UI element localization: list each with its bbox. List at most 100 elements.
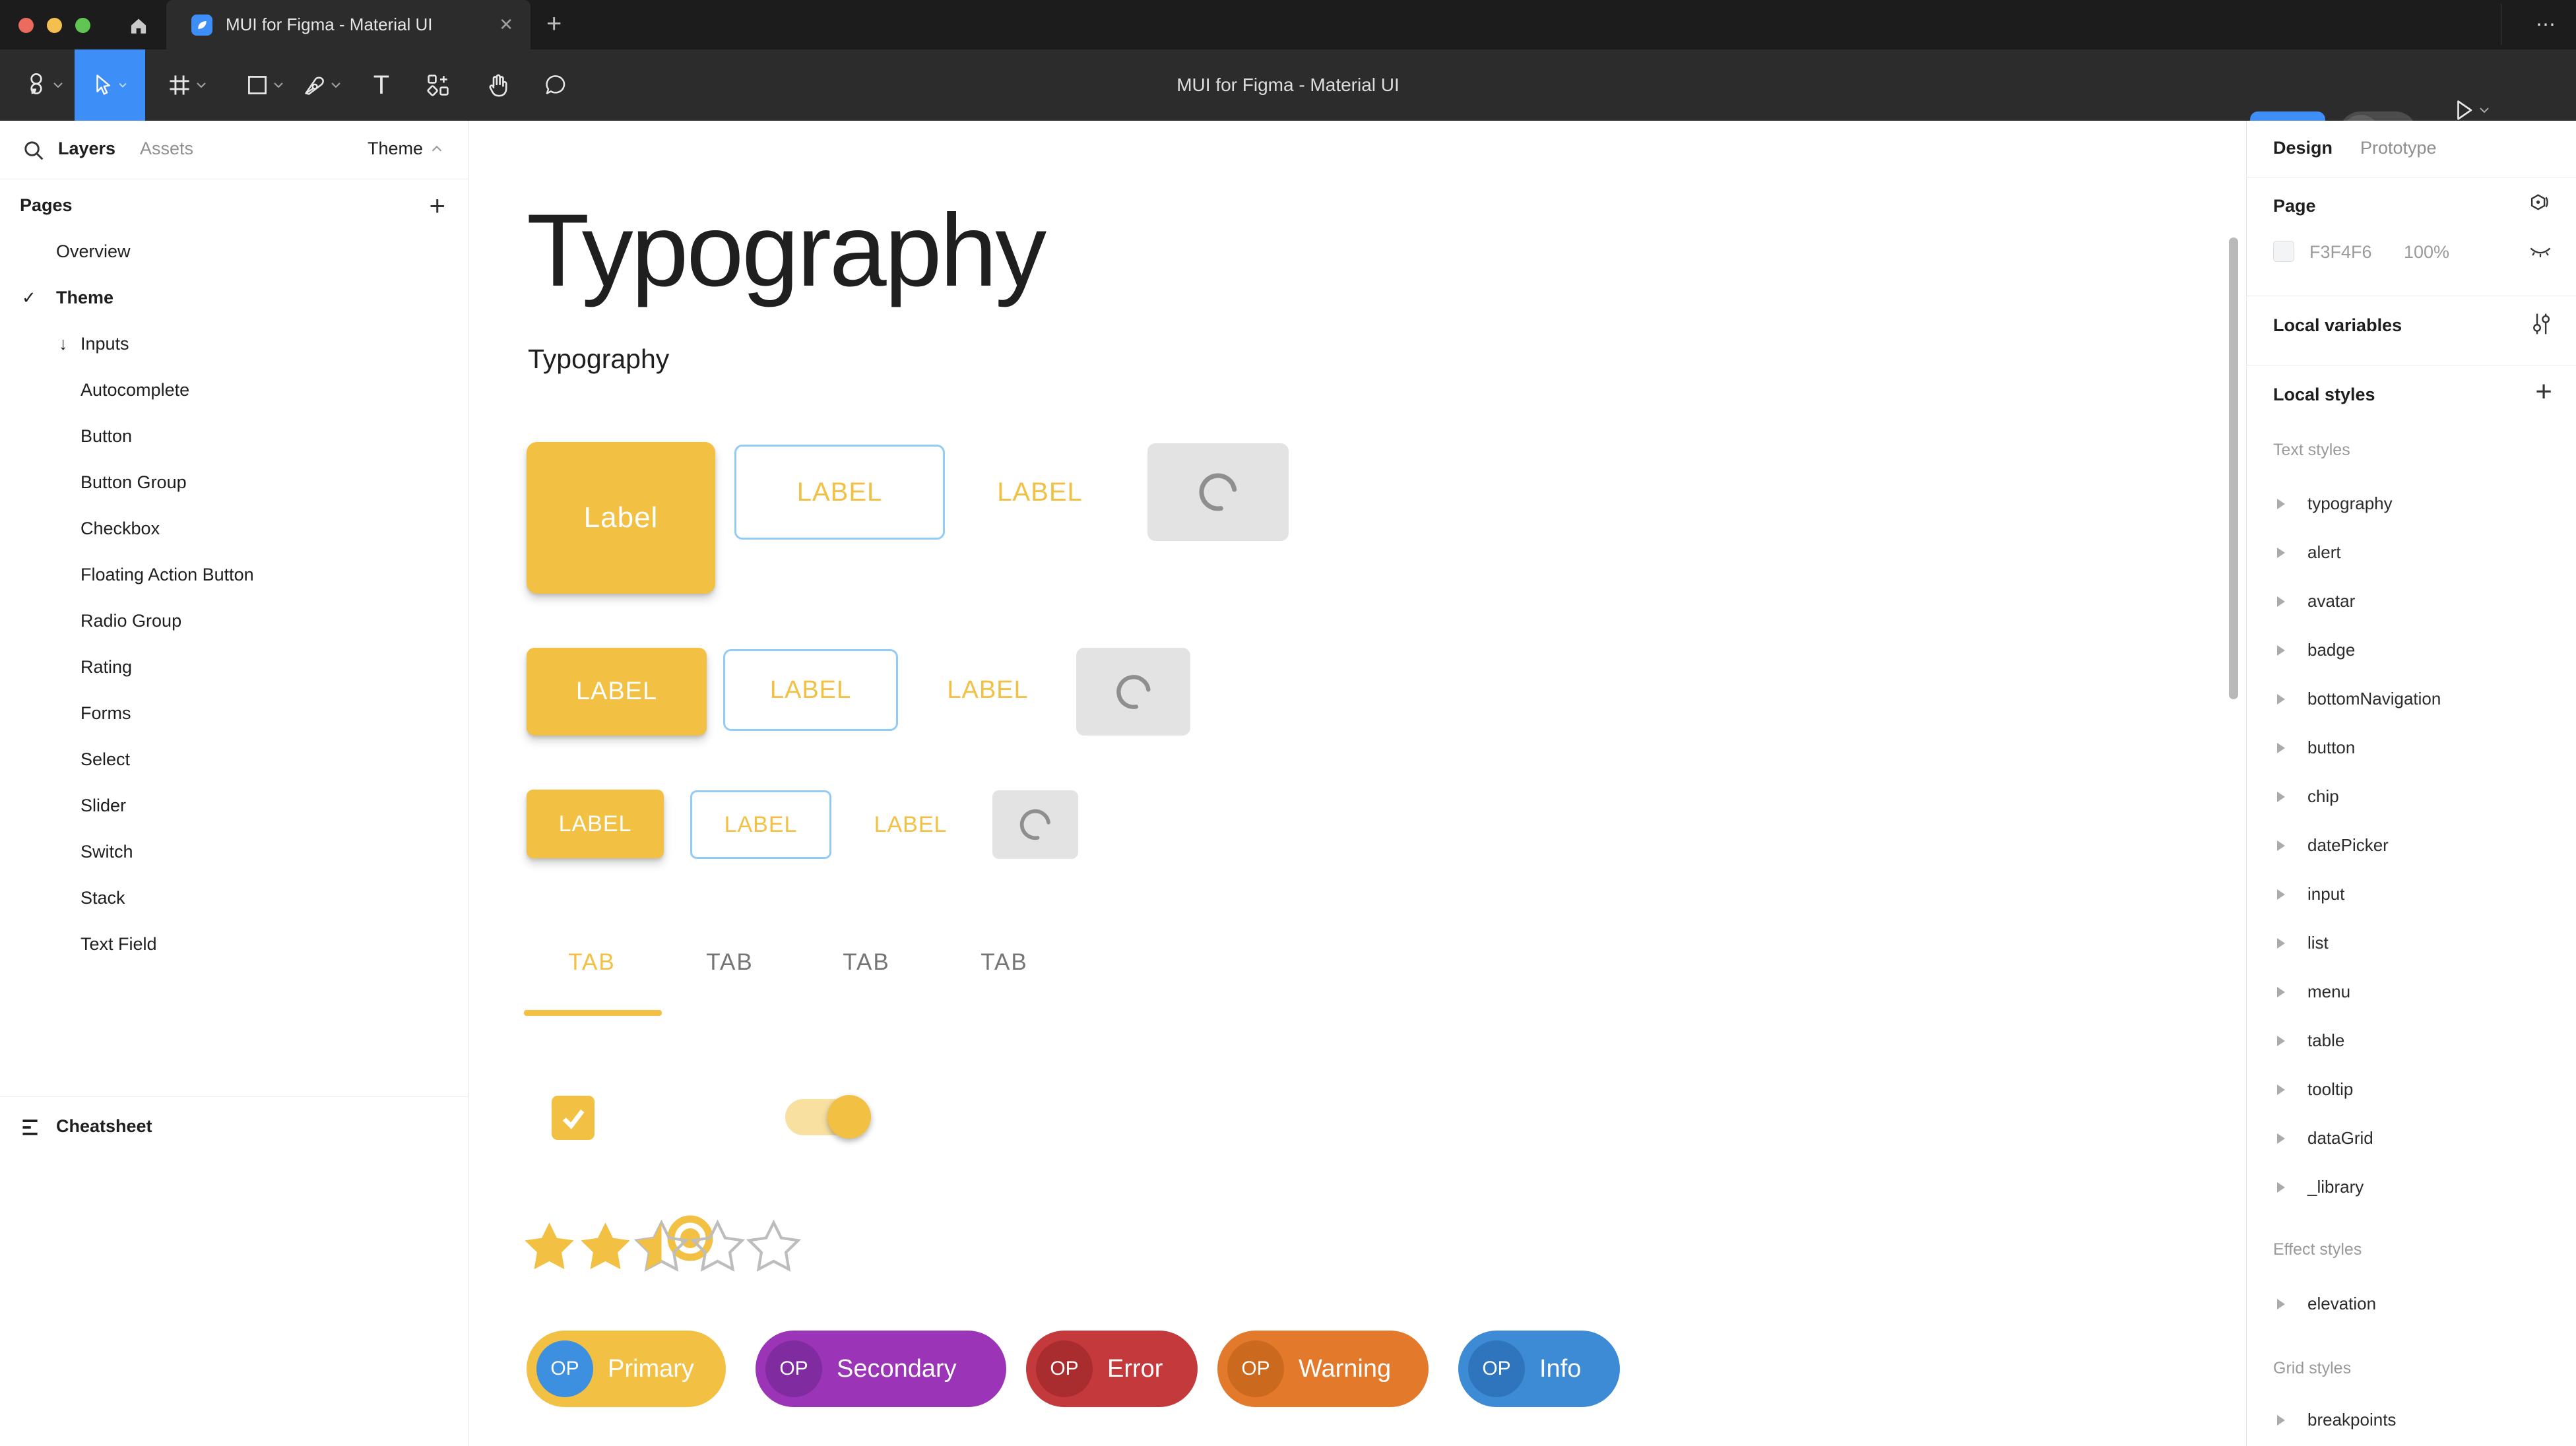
star-icon-empty[interactable] (690, 1220, 746, 1273)
loading-button-small[interactable] (992, 790, 1078, 859)
shape-tool[interactable] (232, 49, 298, 121)
sidebar-item-radio-group[interactable]: Radio Group (0, 599, 468, 645)
overflow-menu-icon[interactable]: ⋯ (2536, 13, 2558, 36)
checkbox[interactable] (552, 1096, 595, 1140)
switch-thumb[interactable] (827, 1095, 871, 1139)
home-button[interactable] (124, 12, 153, 38)
star-icon-full[interactable] (577, 1220, 633, 1273)
page-styles-icon[interactable] (2527, 192, 2552, 217)
tab-prototype[interactable]: Prototype (2360, 138, 2437, 158)
style-row-list[interactable]: list (2247, 924, 2576, 963)
disclosure-triangle-icon[interactable] (2277, 1133, 2285, 1144)
style-row-typography[interactable]: typography (2247, 484, 2576, 524)
disclosure-triangle-icon[interactable] (2277, 743, 2285, 753)
page-dropdown[interactable]: Theme (368, 139, 443, 159)
star-icon-half[interactable] (633, 1220, 690, 1273)
chip-primary[interactable]: OP Primary (527, 1331, 726, 1407)
sidebar-item-stack[interactable]: Stack (0, 876, 468, 922)
disclosure-triangle-icon[interactable] (2277, 792, 2285, 802)
style-row-library[interactable]: _library (2247, 1168, 2576, 1207)
contained-button-large[interactable]: Label (527, 442, 715, 594)
style-row-button[interactable]: button (2247, 728, 2576, 768)
sidebar-page-overview[interactable]: Overview (0, 230, 468, 276)
design-canvas[interactable]: Typography Typography Label LABEL LABEL … (468, 121, 2246, 1446)
move-tool[interactable] (75, 49, 145, 121)
tab-close-icon[interactable]: ✕ (499, 15, 513, 35)
style-row-elevation[interactable]: elevation (2247, 1284, 2576, 1324)
disclosure-triangle-icon[interactable] (2277, 1084, 2285, 1095)
star-icon-empty[interactable] (746, 1220, 802, 1273)
comment-tool[interactable] (528, 49, 583, 121)
file-tab[interactable]: MUI for Figma - Material UI ✕ (166, 0, 531, 49)
tab-layers[interactable]: Layers (58, 139, 115, 159)
disclosure-triangle-icon[interactable] (2277, 889, 2285, 900)
variables-icon[interactable] (2530, 311, 2552, 336)
style-row-chip[interactable]: chip (2247, 777, 2576, 817)
frame-tool[interactable] (154, 49, 220, 121)
style-row-menu[interactable]: menu (2247, 972, 2576, 1012)
disclosure-triangle-icon[interactable] (2277, 987, 2285, 997)
style-row-tooltip[interactable]: tooltip (2247, 1070, 2576, 1110)
contained-button-small[interactable]: LABEL (527, 790, 664, 858)
disclosure-triangle-icon[interactable] (2277, 1415, 2285, 1426)
canvas-scrollbar[interactable] (2229, 237, 2238, 699)
style-row-bottom-navigation[interactable]: bottomNavigation (2247, 679, 2576, 719)
style-row-date-picker[interactable]: datePicker (2247, 826, 2576, 865)
outlined-button-large[interactable]: LABEL (734, 445, 945, 540)
traffic-zoom-button[interactable] (75, 18, 90, 33)
pen-tool[interactable] (289, 49, 355, 121)
new-tab-button[interactable]: + (546, 9, 562, 38)
disclosure-triangle-icon[interactable] (2277, 596, 2285, 607)
sidebar-item-button[interactable]: Button (0, 414, 468, 460)
sidebar-item-text-field[interactable]: Text Field (0, 922, 468, 968)
sidebar-item-rating[interactable]: Rating (0, 645, 468, 691)
main-menu-button[interactable] (15, 49, 74, 121)
chip-error[interactable]: OP Error (1026, 1331, 1198, 1407)
chip-warning[interactable]: OP Warning (1217, 1331, 1429, 1407)
chip-secondary[interactable]: OP Secondary (756, 1331, 1006, 1407)
sidebar-page-theme[interactable]: ✓ Theme (0, 276, 468, 322)
page-fill-hex[interactable]: F3F4F6 (2309, 242, 2372, 263)
outlined-button-small[interactable]: LABEL (690, 790, 831, 859)
tab-design[interactable]: Design (2273, 138, 2333, 158)
text-button-large[interactable]: LABEL (981, 445, 1099, 540)
sidebar-item-button-group[interactable]: Button Group (0, 460, 468, 507)
sidebar-item-select[interactable]: Select (0, 738, 468, 784)
actions-tool[interactable] (410, 49, 466, 121)
disclosure-triangle-icon[interactable] (2277, 1182, 2285, 1193)
chip-info[interactable]: OP Info (1458, 1331, 1620, 1407)
text-button-medium[interactable]: LABEL (930, 649, 1045, 731)
disclosure-triangle-icon[interactable] (2277, 694, 2285, 705)
style-row-table[interactable]: table (2247, 1021, 2576, 1061)
style-row-alert[interactable]: alert (2247, 533, 2576, 573)
disclosure-triangle-icon[interactable] (2277, 645, 2285, 656)
disclosure-triangle-icon[interactable] (2277, 938, 2285, 949)
add-page-button[interactable]: + (429, 190, 445, 222)
tab-item-2[interactable]: TAB (690, 941, 769, 984)
tab-assets[interactable]: Assets (140, 139, 193, 159)
tab-item-1[interactable]: TAB (552, 941, 631, 984)
page-fill-swatch[interactable] (2273, 241, 2294, 262)
style-row-badge[interactable]: badge (2247, 631, 2576, 670)
style-row-breakpoints[interactable]: breakpoints (2247, 1400, 2576, 1440)
tab-item-4[interactable]: TAB (965, 941, 1044, 984)
contained-button-medium[interactable]: LABEL (527, 648, 707, 736)
loading-button-medium[interactable] (1076, 648, 1190, 736)
outlined-button-medium[interactable]: LABEL (723, 649, 898, 731)
star-icon-full[interactable] (521, 1220, 577, 1273)
sidebar-item-switch[interactable]: Switch (0, 830, 468, 876)
add-style-button[interactable]: + (2535, 375, 2552, 408)
disclosure-triangle-icon[interactable] (2277, 499, 2285, 509)
sidebar-item-checkbox[interactable]: Checkbox (0, 507, 468, 553)
disclosure-triangle-icon[interactable] (2277, 1036, 2285, 1046)
disclosure-triangle-icon[interactable] (2277, 1299, 2285, 1309)
disclosure-triangle-icon[interactable] (2277, 548, 2285, 558)
hand-tool[interactable] (470, 49, 525, 121)
rating-stars[interactable] (521, 1220, 802, 1273)
text-tool[interactable]: T (355, 49, 408, 121)
text-button-small[interactable]: LABEL (864, 790, 957, 859)
page-fill-opacity[interactable]: 100% (2404, 242, 2449, 263)
cheatsheet-item[interactable]: Cheatsheet (0, 1106, 468, 1149)
sidebar-item-slider[interactable]: Slider (0, 784, 468, 830)
search-icon[interactable] (22, 139, 45, 162)
